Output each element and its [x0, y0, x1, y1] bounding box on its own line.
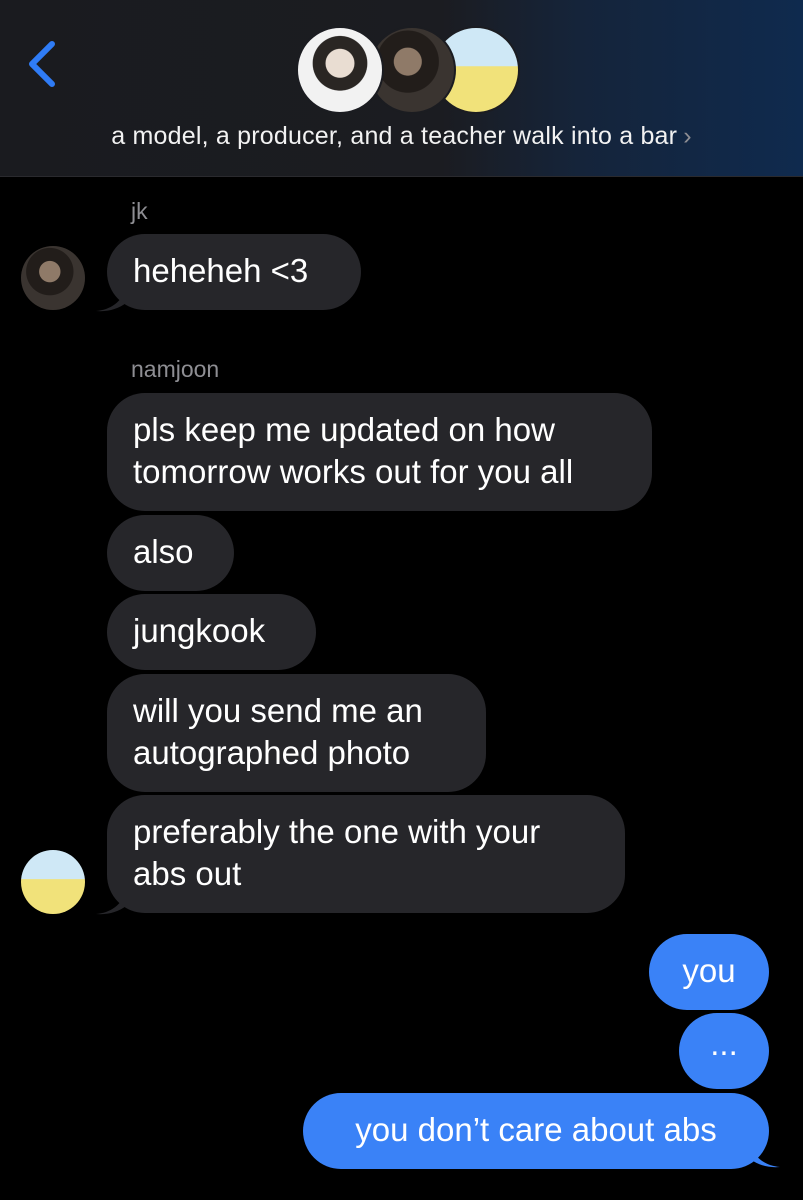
message-bubble[interactable]: pls keep me updated on how tomorrow work… — [107, 393, 652, 511]
avatar — [296, 26, 384, 114]
message-text-line: autographed photo — [133, 734, 411, 771]
message-text: also — [133, 533, 194, 570]
group-name-label: a model, a producer, and a teacher walk … — [111, 122, 678, 150]
message-text: ... — [710, 1025, 738, 1062]
message-text-line: pls keep me updated on how — [133, 411, 555, 448]
message-bubble[interactable]: will you send me an autographed photo — [107, 674, 486, 792]
avatar — [21, 850, 85, 914]
message-text-line: abs out — [133, 855, 242, 892]
sender-name: jk — [131, 198, 148, 224]
message-bubble[interactable]: heheheh <3 — [107, 234, 361, 310]
chevron-right-icon: › — [683, 122, 692, 150]
sender-name: namjoon — [131, 356, 220, 382]
conversation-header: a model, a producer, and a teacher walk … — [0, 0, 803, 177]
group-avatars[interactable] — [296, 26, 520, 116]
message-bubble-outgoing[interactable]: you don’t care about abs — [303, 1093, 769, 1169]
message-text-line: tomorrow works out for you all — [133, 453, 574, 490]
message-text-line: will you send me an — [133, 692, 423, 729]
message-bubble[interactable]: jungkook — [107, 594, 316, 670]
chevron-left-icon[interactable] — [22, 38, 62, 90]
message-text: jungkook — [133, 612, 266, 649]
message-text: you — [682, 952, 736, 989]
message-text: heheheh <3 — [133, 252, 309, 289]
group-name[interactable]: a model, a producer, and a teacher walk … — [0, 122, 803, 151]
message-bubble[interactable]: preferably the one with your abs out — [107, 795, 625, 913]
message-bubble-outgoing[interactable]: you — [649, 934, 769, 1010]
message-text-line: preferably the one with your — [133, 813, 541, 850]
message-text: you don’t care about abs — [355, 1111, 717, 1148]
message-bubble-outgoing[interactable]: ... — [679, 1013, 769, 1089]
avatar — [21, 246, 85, 310]
message-bubble[interactable]: also — [107, 515, 234, 591]
